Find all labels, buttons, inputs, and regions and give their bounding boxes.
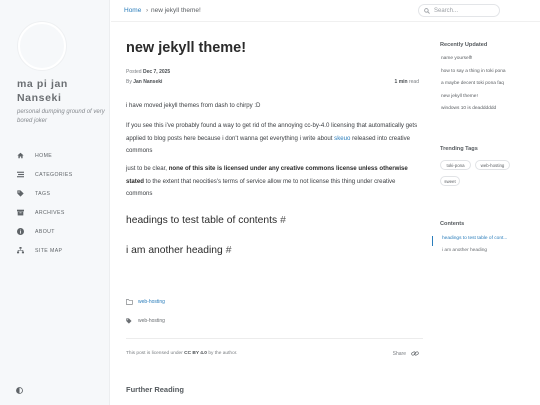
page-title: new jekyll theme! [126,40,247,56]
topbar: Home › new jekyll theme! Search... [111,0,540,22]
toc-item[interactable]: headings to test table of cont... [442,236,507,241]
contents-heading: Contents [440,221,465,227]
recent-post-link[interactable]: windows 10 is deadddddd [441,106,496,111]
trending-tag[interactable]: sweet [440,176,460,186]
recent-post-link[interactable]: new jekyll theme! [441,94,478,99]
paragraph-3-text-end: to the extent that neocities's terms of … [126,177,396,198]
breadcrumb-current: new jekyll theme! [151,7,201,14]
tag-link[interactable]: web-hosting [138,318,165,324]
heading-text: i am another heading [126,245,223,256]
trending-tags-heading: Trending Tags [440,146,478,152]
sidebar-item-label: ABOUT [35,228,55,235]
trending-tag[interactable]: toki-pona [440,160,471,170]
mode-toggle-button[interactable] [16,381,24,394]
post-date: Posted Dec 7, 2025 [126,69,170,75]
share-label: Share [392,350,406,357]
category-link[interactable]: web-hosting [138,299,165,305]
sidebar-item-archives[interactable]: ARCHIVES [0,203,110,222]
breadcrumb-separator: › [146,7,149,14]
toc-item[interactable]: i am another heading [442,248,487,253]
post-category: web-hosting [126,299,165,305]
tags-icon [16,190,24,198]
tag-icon [126,318,132,324]
recent-post-link[interactable]: a maybe decent toki pona faq [441,81,504,86]
site-title[interactable]: ma pi jan Nanseki [17,77,107,105]
anchor-icon[interactable]: # [226,245,232,256]
heading-another: i am another heading # [126,245,231,256]
sidebar-item-home[interactable]: HOME [0,146,110,165]
paragraph-3: just to be clear, none of this site is l… [126,163,421,201]
license-link[interactable]: CC BY 4.0 [184,351,207,356]
posted-label: Posted [126,69,142,75]
sidebar-nav: HOME CATEGORIES TAGS ARCHIVES ABOUT SITE… [0,146,110,260]
read-time-suffix: read [408,79,419,85]
search-placeholder: Search... [434,7,459,14]
search-input[interactable]: Search... [418,4,500,17]
sidebar: ma pi jan Nanseki personal dumping groun… [0,0,110,405]
sidebar-item-label: CATEGORIES [35,171,73,178]
sidebar-item-label: ARCHIVES [35,209,65,216]
sidebar-item-about[interactable]: ABOUT [0,222,110,241]
site-subtitle: personal dumping ground of very bored jo… [17,109,105,124]
recently-updated-heading: Recently Updated [440,42,488,48]
archive-icon [16,209,24,217]
paragraph-3-text: just to be clear, [126,165,167,172]
recent-post-link[interactable]: name yourself! [441,56,472,61]
paragraph-2: If you see this i've probably found a wa… [126,120,421,158]
posted-date: Dec 7, 2025 [142,69,171,75]
license-text: This post is licensed under [126,351,183,356]
info-circle-icon [16,228,24,236]
post-author: By Jan Nanseki [126,79,162,85]
heading-text: headings to test table of contents [126,215,278,226]
paragraph-1: i have moved jekyll themes from dash to … [126,102,261,109]
recent-post-link[interactable]: how to say a thing in toki pona [441,69,506,74]
sidebar-item-categories[interactable]: CATEGORIES [0,165,110,184]
anchor-icon[interactable]: # [280,215,286,226]
folder-open-icon [126,299,133,305]
search-icon [424,7,430,14]
toc-active-indicator [432,236,433,246]
link-icon[interactable] [411,350,419,357]
trending-tag[interactable]: web-hosting [475,160,510,170]
avatar[interactable] [18,22,66,70]
sidebar-item-tags[interactable]: TAGS [0,184,110,203]
sidebar-item-label: TAGS [35,190,51,197]
by-label: By [126,79,132,85]
adjust-icon [16,387,23,394]
home-icon [16,152,24,160]
skeuo-link[interactable]: skeuo [334,135,350,142]
post-content: new jekyll theme! Posted Dec 7, 2025 By … [126,22,423,405]
author-name: Jan Nanseki [133,79,163,85]
share-wrapper: Share [393,350,419,357]
sidebar-item-label: HOME [35,152,53,159]
sidebar-item-site-map[interactable]: SITE MAP [0,241,110,260]
breadcrumb-home-link[interactable]: Home [124,7,141,14]
divider [126,338,423,339]
post-tags: web-hosting [126,318,165,324]
license-text-end: by the author. [208,351,238,356]
sidebar-item-label: SITE MAP [35,247,63,254]
further-reading-heading: Further Reading [126,385,184,394]
sitemap-icon [16,247,24,255]
read-time-value: 1 min [394,79,408,85]
license-note: This post is licensed under CC BY 4.0 by… [126,351,237,356]
heading-toc-test: headings to test table of contents # [126,215,286,226]
stream-icon [16,171,24,179]
read-time: 1 min read [395,79,419,85]
